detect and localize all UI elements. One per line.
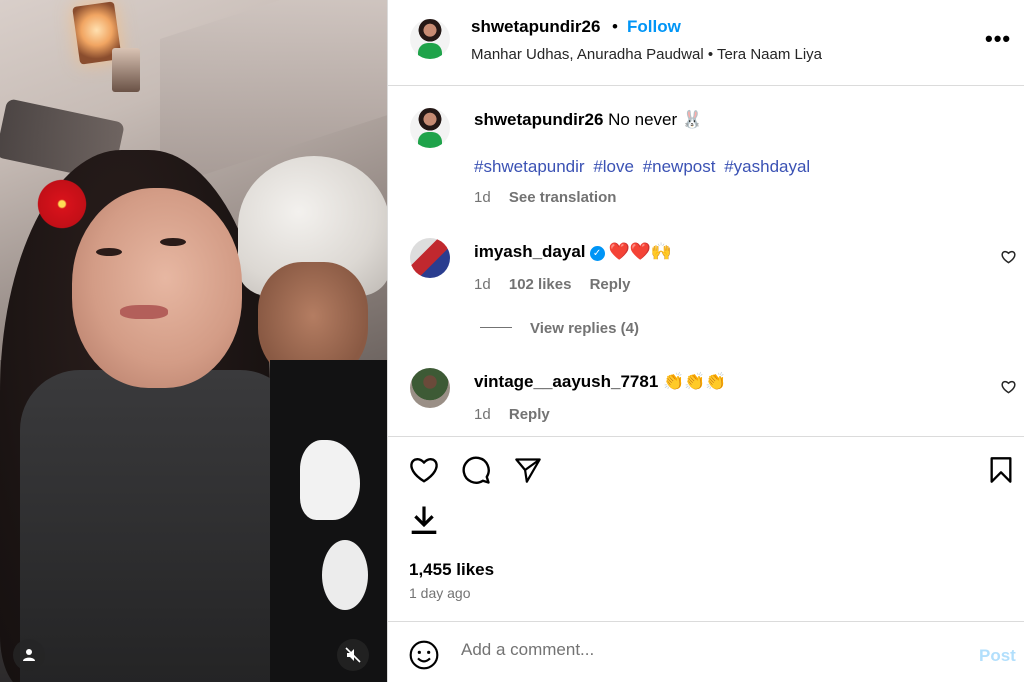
download-button[interactable] xyxy=(407,503,441,537)
hashtag-link[interactable]: #love xyxy=(593,157,634,176)
speaker-muted-icon xyxy=(345,647,361,663)
post-timestamp: 1 day ago xyxy=(409,585,471,601)
comment-line: vintage__aayush_7781 👏👏👏 xyxy=(474,372,727,392)
verified-badge-icon: ✓ xyxy=(589,246,605,261)
media-lips xyxy=(120,305,168,319)
post-details-panel: shwetapundir26 • Follow Manhar Udhas, An… xyxy=(387,0,1024,682)
comment-bubble-icon xyxy=(462,456,490,484)
separator-dot: • xyxy=(612,17,618,36)
post-media[interactable] xyxy=(0,0,387,682)
author-avatar[interactable] xyxy=(410,19,450,59)
media-flower xyxy=(34,176,90,232)
caption-meta: 1d See translation xyxy=(474,189,616,206)
comment-username[interactable]: imyash_dayal xyxy=(474,242,586,261)
comment-line: imyash_dayal ✓ ❤️❤️🙌 xyxy=(474,242,672,262)
comment-time: 1d xyxy=(474,406,491,423)
caption-username[interactable]: shwetapundir26 xyxy=(474,110,603,129)
comment-time: 1d xyxy=(474,276,491,293)
like-button[interactable] xyxy=(407,453,441,487)
author-username[interactable]: shwetapundir26 xyxy=(471,17,600,37)
comment-avatar[interactable] xyxy=(410,368,450,408)
like-comment-button[interactable] xyxy=(1001,250,1016,268)
comment-meta: 1d Reply xyxy=(474,406,550,423)
smiley-icon xyxy=(409,640,439,670)
see-translation-button[interactable]: See translation xyxy=(509,189,617,206)
heart-outline-icon xyxy=(1001,380,1016,394)
share-button[interactable] xyxy=(511,453,545,487)
hashtag-link[interactable]: #yashdayal xyxy=(724,157,810,176)
post-comment-button[interactable]: Post xyxy=(979,646,1016,666)
heart-outline-icon xyxy=(1001,250,1016,264)
comment-likes[interactable]: 102 likes xyxy=(509,276,572,293)
media-jacket-pattern xyxy=(322,540,368,610)
send-icon xyxy=(515,458,541,483)
view-replies-button[interactable]: View replies (4) xyxy=(480,320,639,337)
audio-attribution[interactable]: Manhar Udhas, Anuradha Paudwal • Tera Na… xyxy=(471,46,822,63)
caption-hashtags: #shwetapundir #love #newpost #yashdayal xyxy=(474,157,814,177)
post-header: shwetapundir26 • Follow Manhar Udhas, An… xyxy=(388,0,1024,86)
reply-button[interactable]: Reply xyxy=(590,276,631,293)
save-button[interactable] xyxy=(984,453,1018,487)
reply-button[interactable]: Reply xyxy=(509,406,550,423)
view-replies-label: View replies (4) xyxy=(530,320,639,337)
media-lamp-shade xyxy=(112,48,140,92)
more-options-icon[interactable]: ••• xyxy=(985,26,1011,52)
tagged-users-button[interactable] xyxy=(13,639,45,671)
media-person-body xyxy=(20,370,300,682)
user-icon xyxy=(23,649,35,661)
hashtag-link[interactable]: #newpost xyxy=(643,157,716,176)
caption-text: No never 🐰 xyxy=(608,110,704,129)
comment-meta: 1d 102 likes Reply xyxy=(474,276,630,293)
post-likes-count[interactable]: 1,455 likes xyxy=(409,560,494,580)
comment-input[interactable] xyxy=(461,640,941,660)
post-actions xyxy=(388,436,1024,621)
comment-text: 👏👏👏 xyxy=(663,372,727,391)
comment-button[interactable] xyxy=(459,453,493,487)
media-eye xyxy=(160,238,186,246)
hashtag-link[interactable]: #shwetapundir xyxy=(474,157,585,176)
download-icon xyxy=(411,506,437,535)
bookmark-icon xyxy=(990,457,1012,483)
caption-time: 1d xyxy=(474,189,491,206)
media-eye xyxy=(96,248,122,256)
heart-icon xyxy=(410,458,438,483)
emoji-button[interactable] xyxy=(408,639,440,676)
caption-line: shwetapundir26 No never 🐰 xyxy=(474,110,703,130)
like-comment-button[interactable] xyxy=(1001,380,1016,398)
replies-line xyxy=(480,327,512,328)
follow-button[interactable]: Follow xyxy=(627,17,681,37)
comment-username[interactable]: vintage__aayush_7781 xyxy=(474,372,658,391)
comment-avatar[interactable] xyxy=(410,238,450,278)
comment-bar: Post xyxy=(388,621,1024,682)
mute-button[interactable] xyxy=(337,639,369,671)
media-second-body xyxy=(270,360,387,682)
comment-text: ❤️❤️🙌 xyxy=(608,242,673,261)
caption-avatar[interactable] xyxy=(410,108,450,148)
media-person-face xyxy=(72,188,242,388)
